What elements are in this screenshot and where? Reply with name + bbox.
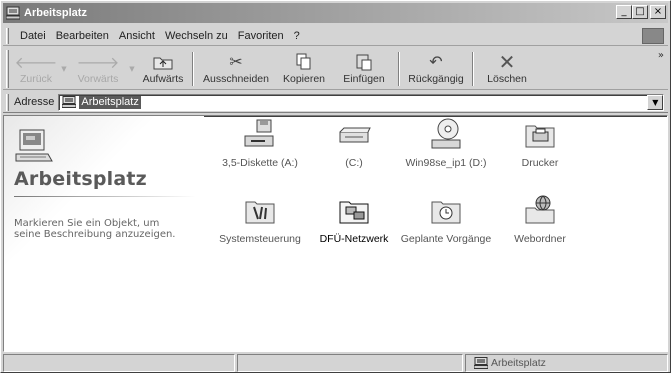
menu-wechseln-zu[interactable]: Wechseln zu [160, 30, 233, 42]
menu-help[interactable]: ? [289, 30, 305, 42]
folder-up-icon [152, 52, 174, 72]
copy-icon [293, 52, 315, 72]
copy-label: Kopieren [282, 73, 326, 85]
computer-large-icon [15, 129, 53, 162]
status-bar: Arbeitsplatz [3, 354, 668, 372]
addressbar-grip[interactable] [6, 93, 9, 111]
toolbar-separator [192, 52, 194, 86]
toolbar-grip[interactable] [6, 50, 9, 88]
back-dropdown[interactable]: ▼ [59, 48, 69, 90]
forward-label: Vorwärts [77, 73, 119, 85]
status-panel-left [3, 354, 235, 372]
title-bar[interactable]: Arbeitsplatz _ □ × [3, 3, 668, 23]
paste-button[interactable]: Einfügen [333, 48, 395, 90]
status-location-text: Arbeitsplatz [491, 357, 546, 369]
delete-label: Löschen [487, 73, 527, 85]
address-value: Arbeitsplatz [79, 95, 141, 109]
arrow-left-icon: 🡐 [14, 54, 58, 72]
toolbar-separator [472, 52, 474, 86]
folder-item-dfue-netzwerk[interactable]: DFÜ-Netzwerk [308, 194, 400, 245]
menu-bearbeiten[interactable]: Bearbeiten [51, 30, 114, 42]
maximize-button[interactable]: □ [632, 5, 648, 19]
arrow-right-icon: 🡒 [76, 54, 120, 72]
back-label: Zurück [19, 73, 53, 85]
explorer-window: Arbeitsplatz _ □ × Datei Bearbeiten Ansi… [0, 0, 671, 373]
delete-x-icon: ✕ [498, 51, 516, 74]
menu-bar: Datei Bearbeiten Ansicht Wechseln zu Fav… [3, 26, 668, 46]
item-label: (C:) [345, 157, 363, 169]
content-pane: Arbeitsplatz Markieren Sie ein Objekt, u… [3, 115, 668, 352]
forward-button[interactable]: 🡒 Vorwärts [69, 48, 127, 90]
close-button[interactable]: × [650, 5, 666, 19]
folder-item-systemsteuerung[interactable]: Systemsteuerung [214, 194, 306, 245]
status-panel-middle [237, 354, 463, 372]
undo-label: Rückgängig [408, 73, 464, 85]
status-panel-location: Arbeitsplatz [465, 354, 668, 372]
up-button[interactable]: Aufwärts [137, 48, 189, 90]
delete-button[interactable]: ✕ Löschen [477, 48, 537, 90]
floppy-drive-icon [244, 119, 274, 147]
undo-icon: ↶ [429, 54, 443, 71]
menu-ansicht[interactable]: Ansicht [114, 30, 160, 42]
folder-item-drucker[interactable]: Drucker [494, 118, 586, 169]
computer-icon [473, 357, 489, 369]
scheduled-tasks-icon [431, 201, 461, 224]
control-panel-icon [245, 201, 275, 224]
cd-drive-icon [431, 118, 461, 149]
computer-icon [5, 6, 21, 20]
toolbar-separator [398, 52, 400, 86]
cut-label: Ausschneiden [203, 73, 269, 85]
address-bar: Adresse Arbeitsplatz ▼ [3, 92, 668, 113]
minimize-button[interactable]: _ [616, 5, 632, 19]
drive-item-floppy[interactable]: 3,5-Diskette (A:) [214, 118, 306, 169]
item-label: Drucker [521, 157, 559, 169]
title-divider [14, 196, 196, 197]
address-dropdown-button[interactable]: ▼ [647, 94, 664, 110]
forward-dropdown[interactable]: ▼ [127, 48, 137, 90]
item-label: Geplante Vorgänge [400, 233, 492, 245]
menu-favoriten[interactable]: Favoriten [233, 30, 289, 42]
toolbar: 🡐 Zurück ▼ 🡒 Vorwärts ▼ Aufwärts ✂ Aussc… [3, 48, 668, 90]
dialup-network-icon [339, 201, 369, 224]
copy-button[interactable]: Kopieren [275, 48, 333, 90]
menu-datei[interactable]: Datei [15, 30, 51, 42]
toolbar-chevron[interactable]: » [658, 50, 664, 61]
address-label: Adresse [14, 96, 55, 108]
computer-icon [61, 96, 77, 108]
window-title: Arbeitsplatz [24, 7, 87, 19]
address-input[interactable]: Arbeitsplatz ▼ [58, 93, 665, 111]
description-text: Markieren Sie ein Objekt, um seine Besch… [14, 218, 176, 240]
back-button[interactable]: 🡐 Zurück [13, 48, 59, 90]
menubar-grip[interactable] [6, 27, 9, 44]
windows-logo-icon [642, 28, 664, 44]
scissors-icon: ✂ [229, 54, 243, 71]
hard-drive-icon [339, 127, 371, 143]
drive-item-c[interactable]: (C:) [308, 118, 400, 169]
paste-icon [353, 52, 375, 72]
up-label: Aufwärts [142, 73, 184, 85]
page-title: Arbeitsplatz [14, 168, 147, 190]
item-label: DFÜ-Netzwerk [319, 233, 389, 245]
item-label: Webordner [514, 233, 566, 245]
item-label: 3,5-Diskette (A:) [222, 157, 298, 169]
window-controls: _ □ × [616, 5, 666, 19]
paste-label: Einfügen [343, 73, 385, 85]
folder-item-geplante-vorgaenge[interactable]: Geplante Vorgänge [400, 194, 492, 245]
undo-button[interactable]: ↶ Rückgängig [403, 48, 469, 90]
item-label: Systemsteuerung [219, 233, 301, 245]
printer-folder-icon [525, 125, 555, 148]
web-folders-icon [525, 195, 555, 224]
item-label: Win98se_ip1 (D:) [405, 157, 487, 169]
folder-item-webordner[interactable]: Webordner [494, 194, 586, 245]
info-pane: Arbeitsplatz Markieren Sie ein Objekt, u… [4, 116, 204, 351]
drive-item-d[interactable]: Win98se_ip1 (D:) [400, 118, 492, 169]
cut-button[interactable]: ✂ Ausschneiden [197, 48, 275, 90]
